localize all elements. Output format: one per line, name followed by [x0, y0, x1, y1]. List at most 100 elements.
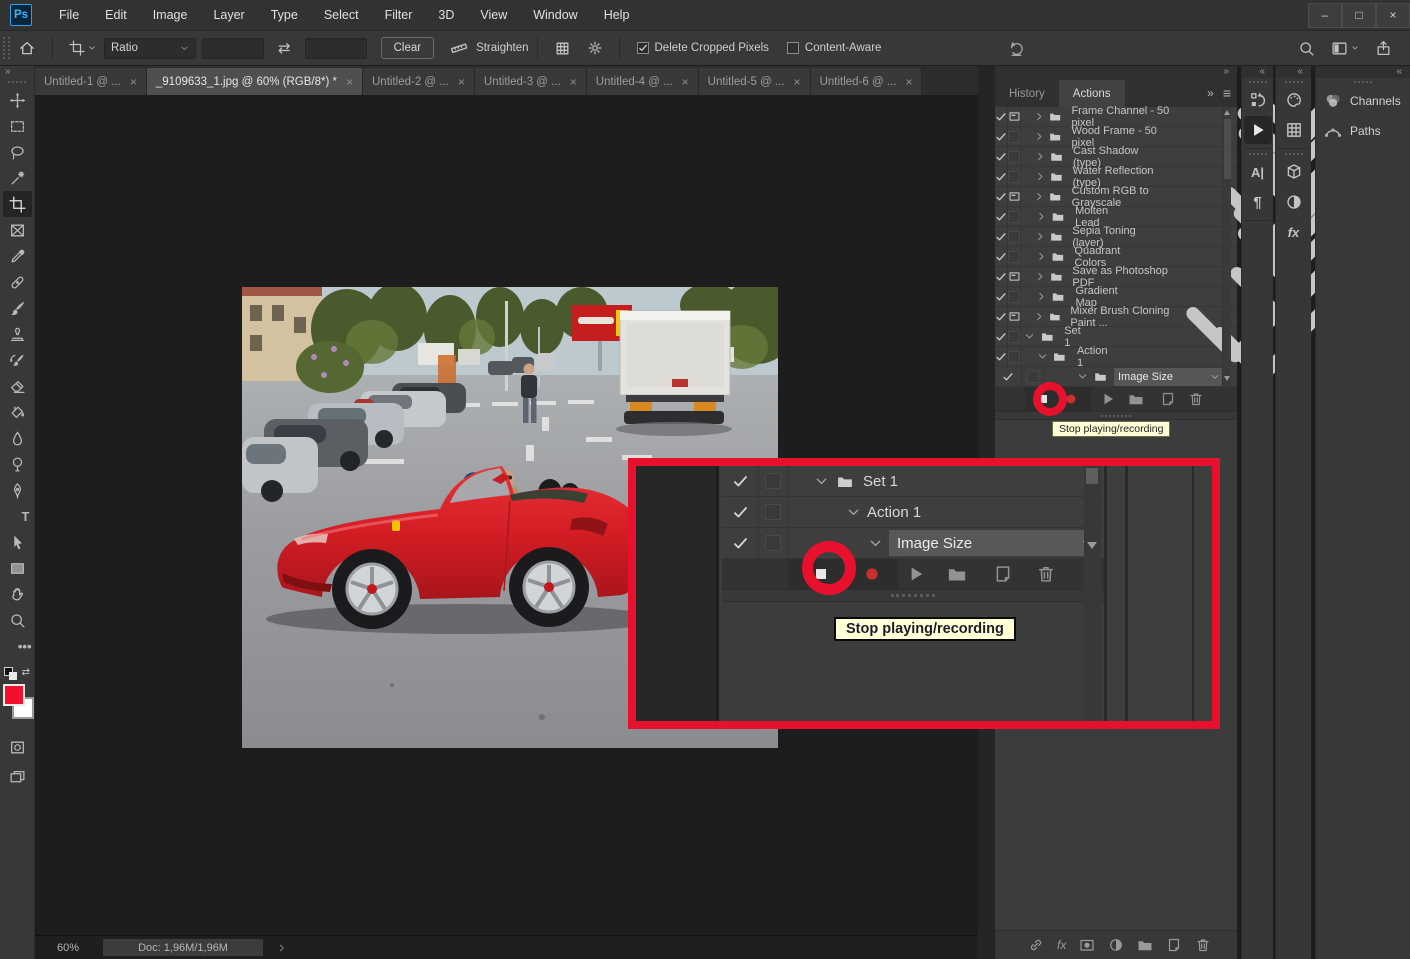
- screen-mode-button[interactable]: [3, 764, 32, 790]
- menu-item[interactable]: File: [46, 0, 92, 31]
- document-tab[interactable]: Untitled-6 @ ... ×: [811, 68, 923, 95]
- new-action-button[interactable]: [1160, 391, 1176, 407]
- dialog-toggle[interactable]: [1007, 107, 1021, 126]
- dock-grip[interactable]: [1285, 153, 1303, 155]
- delete-layer-icon[interactable]: [1195, 937, 1211, 953]
- dialog-toggle[interactable]: [1007, 167, 1021, 186]
- play-button[interactable]: [1100, 391, 1116, 407]
- blur-tool[interactable]: [3, 425, 32, 451]
- toggle-item-check-icon[interactable]: [995, 291, 1007, 303]
- history-panel-icon[interactable]: [1244, 86, 1272, 114]
- menu-item[interactable]: Help: [591, 0, 643, 31]
- toggle-item-check-icon[interactable]: [995, 251, 1007, 263]
- close-button[interactable]: ×: [1376, 3, 1410, 28]
- tab-close-icon[interactable]: ×: [346, 75, 353, 89]
- toggle-item-check-icon[interactable]: [995, 311, 1007, 323]
- dialog-toggle[interactable]: [1007, 127, 1021, 146]
- dialog-toggle[interactable]: [1007, 147, 1021, 166]
- scroll-up-icon[interactable]: [1224, 110, 1230, 115]
- tab-close-icon[interactable]: ×: [905, 75, 912, 89]
- options-grip[interactable]: [3, 37, 10, 59]
- delete-button[interactable]: [1188, 391, 1204, 407]
- dialog-toggle[interactable]: [1007, 227, 1021, 246]
- menu-item[interactable]: Filter: [372, 0, 426, 31]
- actions-panel-icon[interactable]: [1244, 116, 1272, 144]
- expand-chevron-icon[interactable]: [1077, 371, 1089, 383]
- toggle-item-check-icon[interactable]: [995, 271, 1007, 283]
- layer-mask-icon[interactable]: [1079, 937, 1095, 953]
- crop-tool-preset-icon[interactable]: [69, 40, 96, 56]
- action-action-1[interactable]: Action 1: [995, 347, 1237, 367]
- toggle-item-check-icon[interactable]: [995, 231, 1007, 243]
- scroll-down-icon[interactable]: [1224, 376, 1230, 381]
- lasso-tool[interactable]: [3, 139, 32, 165]
- swatches-panel-icon[interactable]: [1280, 86, 1308, 114]
- layer-style-fx-icon[interactable]: fx: [1057, 938, 1066, 952]
- menu-item[interactable]: View: [467, 0, 520, 31]
- menu-item[interactable]: Select: [311, 0, 372, 31]
- expand-chevron-icon[interactable]: [1034, 111, 1045, 123]
- content-aware-checkbox[interactable]: Content-Aware: [787, 42, 882, 54]
- dialog-toggle[interactable]: [1007, 247, 1021, 266]
- dialog-toggle[interactable]: [1007, 347, 1021, 366]
- expand-chevron-icon[interactable]: [1035, 171, 1046, 183]
- crop-settings-gear-icon[interactable]: [587, 40, 603, 56]
- straighten-icon[interactable]: [450, 39, 468, 57]
- paths-panel-item[interactable]: Paths: [1316, 116, 1410, 146]
- pen-tool[interactable]: [3, 477, 32, 503]
- toggle-item-check-icon[interactable]: [995, 351, 1007, 363]
- toggle-item-check-icon[interactable]: [995, 111, 1007, 123]
- dock-collapse-icon[interactable]: «: [1316, 66, 1410, 78]
- dialog-toggle[interactable]: [1007, 287, 1021, 306]
- tab-close-icon[interactable]: ×: [130, 75, 137, 89]
- expand-chevron-icon[interactable]: [1034, 191, 1045, 203]
- dock-grip[interactable]: [1285, 81, 1303, 83]
- ellipsis-tool[interactable]: •••: [3, 633, 32, 659]
- toggle-item-check-icon[interactable]: [995, 171, 1007, 183]
- straighten-label[interactable]: Straighten: [476, 42, 528, 54]
- menu-item[interactable]: Type: [258, 0, 311, 31]
- dock-collapse-icon[interactable]: «: [1276, 66, 1311, 78]
- expand-chevron-icon[interactable]: [1036, 211, 1047, 223]
- dock-grip[interactable]: [1249, 153, 1267, 155]
- menu-item[interactable]: Image: [140, 0, 201, 31]
- color-grid-panel-icon[interactable]: [1280, 116, 1308, 144]
- paragraph-panel-icon[interactable]: ¶: [1244, 188, 1272, 216]
- expand-chevron-icon[interactable]: [1035, 271, 1046, 283]
- expand-chevron-icon[interactable]: [1024, 331, 1036, 343]
- tab-history[interactable]: History: [995, 80, 1059, 107]
- new-group-icon[interactable]: [1137, 937, 1153, 953]
- document-tab[interactable]: Untitled-5 @ ... ×: [699, 68, 811, 95]
- quick-mask-button[interactable]: [3, 734, 32, 760]
- dock-collapse-icon[interactable]: «: [1242, 66, 1273, 78]
- menu-item[interactable]: Edit: [92, 0, 140, 31]
- healing-brush-tool[interactable]: [3, 269, 32, 295]
- marquee-tool[interactable]: [3, 113, 32, 139]
- clone-stamp-tool[interactable]: [3, 321, 32, 347]
- zoom-tool[interactable]: [3, 607, 32, 633]
- toolbar-grip[interactable]: [8, 81, 26, 83]
- channels-panel-item[interactable]: Channels: [1316, 86, 1410, 116]
- toggle-item-check-icon[interactable]: [995, 371, 1021, 383]
- toggle-item-check-icon[interactable]: [995, 131, 1007, 143]
- tab-close-icon[interactable]: ×: [570, 75, 577, 89]
- frame-tool[interactable]: [3, 217, 32, 243]
- eraser-tool[interactable]: [3, 373, 32, 399]
- magic-wand-tool[interactable]: [3, 165, 32, 191]
- dock-grip[interactable]: [1354, 81, 1372, 83]
- tab-close-icon[interactable]: ×: [682, 75, 689, 89]
- home-icon[interactable]: [18, 39, 36, 57]
- document-tab[interactable]: Untitled-3 @ ... ×: [475, 68, 587, 95]
- crop-width-input[interactable]: [202, 38, 264, 59]
- brush-tool[interactable]: [3, 295, 32, 321]
- menu-item[interactable]: Layer: [200, 0, 257, 31]
- character-panel-icon[interactable]: A|: [1244, 158, 1272, 186]
- dock-grip[interactable]: [1249, 81, 1267, 83]
- toggle-item-check-icon[interactable]: [995, 191, 1007, 203]
- path-select-tool[interactable]: [3, 529, 32, 555]
- expand-chevron-icon[interactable]: [1036, 251, 1047, 263]
- document-tab[interactable]: Untitled-4 @ ... ×: [587, 68, 699, 95]
- adjustments-panel-icon[interactable]: [1280, 188, 1308, 216]
- history-brush-tool[interactable]: [3, 347, 32, 373]
- overlay-options-icon[interactable]: [554, 40, 571, 57]
